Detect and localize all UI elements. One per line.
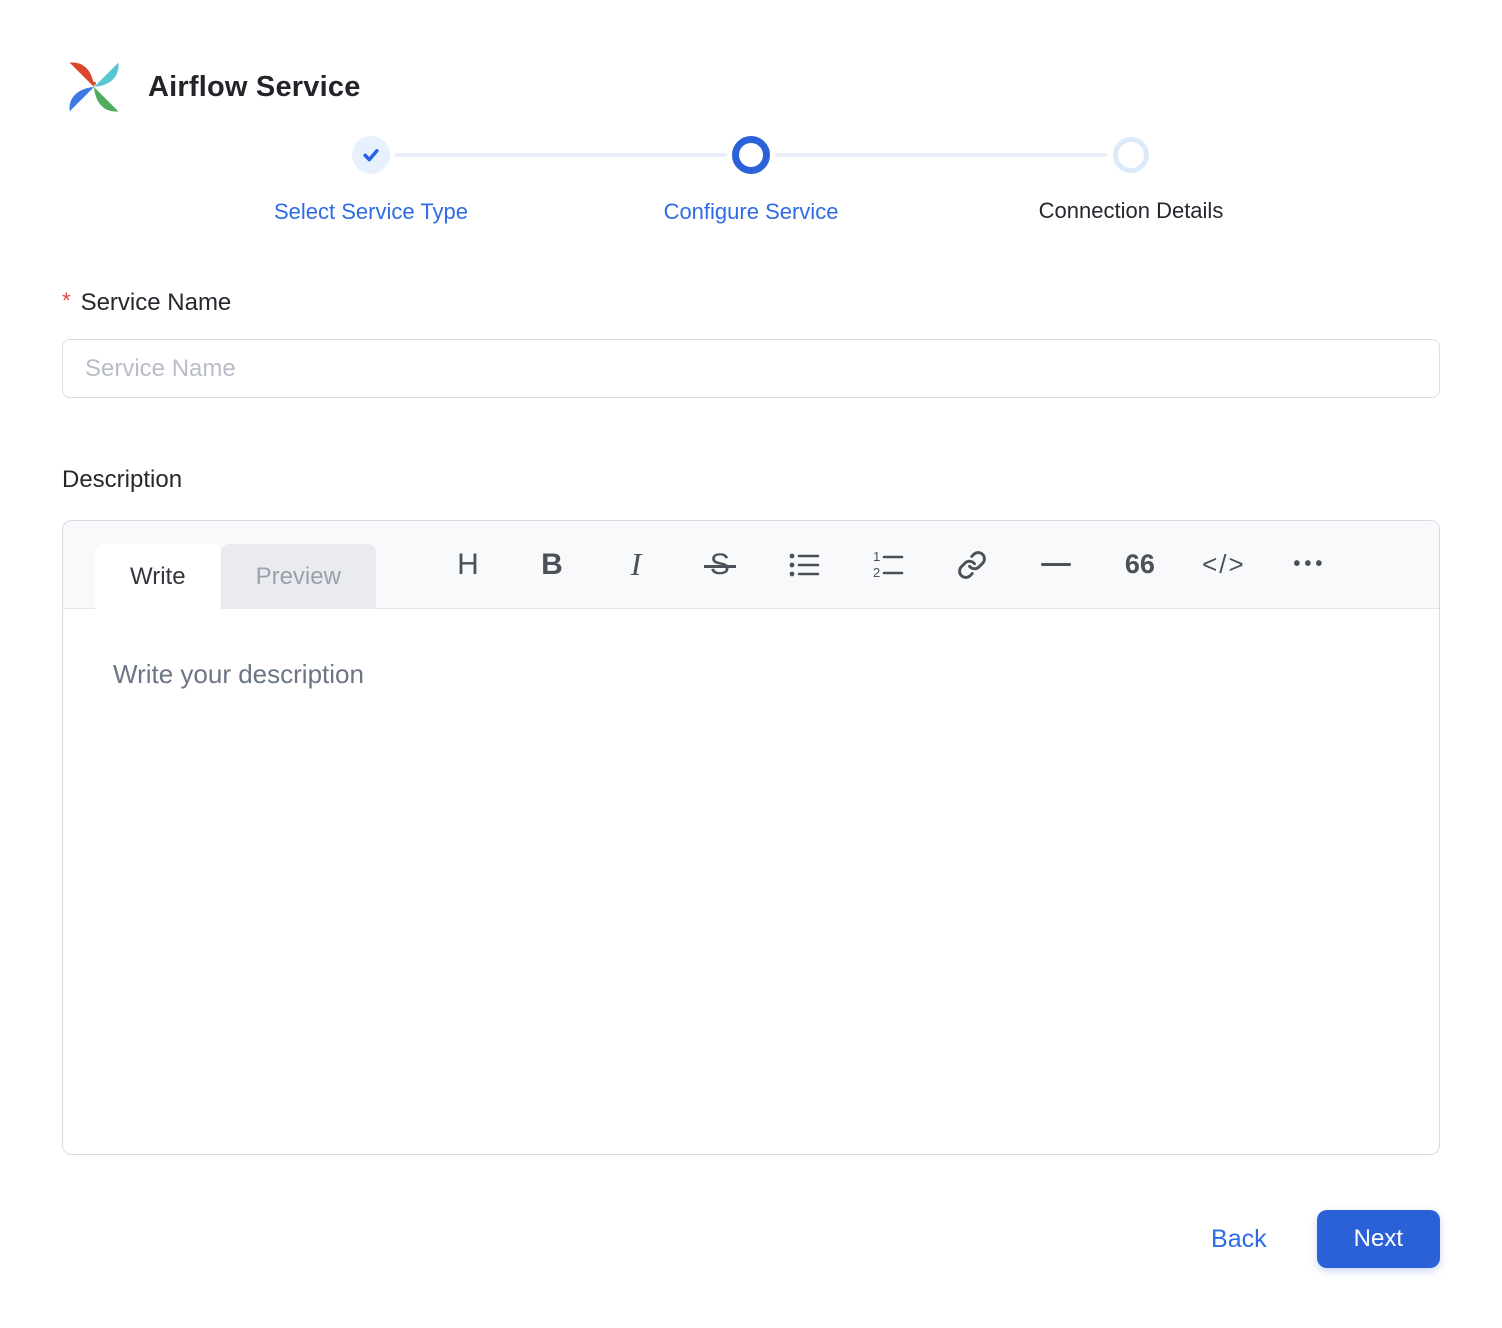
- horizontal-rule-icon: [1040, 563, 1071, 566]
- service-name-input[interactable]: [62, 339, 1440, 398]
- bold-button[interactable]: B: [510, 521, 594, 608]
- bold-icon: B: [541, 547, 563, 581]
- code-button[interactable]: </>: [1182, 521, 1266, 608]
- quote-button[interactable]: 66: [1098, 521, 1182, 608]
- wizard-footer: Back Next: [62, 1210, 1440, 1268]
- more-button[interactable]: •••: [1266, 521, 1350, 608]
- editor-tabs: Write Preview: [95, 544, 376, 609]
- italic-icon: I: [630, 546, 642, 582]
- strikethrough-icon: S: [703, 547, 736, 581]
- ordered-list-icon: 1 2: [873, 549, 904, 580]
- quote-icon: 66: [1124, 549, 1155, 579]
- check-icon: [363, 149, 379, 162]
- step-pending-dot: [1113, 137, 1149, 173]
- editor-header: Write Preview H B I S 1 2 66 </> •••: [63, 521, 1439, 609]
- tab-write[interactable]: Write: [95, 544, 221, 609]
- step-connection-details[interactable]: Connection Details: [941, 136, 1321, 225]
- step-active-dot: [732, 136, 770, 174]
- ordered-list-button[interactable]: 1 2: [846, 521, 930, 608]
- unordered-list-button[interactable]: [762, 521, 846, 608]
- service-name-label-text: Service Name: [80, 289, 232, 316]
- step-label: Connection Details: [1038, 198, 1224, 223]
- italic-button[interactable]: I: [594, 521, 678, 608]
- svg-text:2: 2: [873, 565, 880, 580]
- step-label: Configure Service: [663, 199, 839, 224]
- editor-toolbar: H B I S 1 2 66 </> •••: [426, 521, 1350, 608]
- horizontal-rule-button[interactable]: [1014, 521, 1098, 608]
- unordered-list-icon: [789, 553, 820, 576]
- service-name-label: * Service Name: [62, 288, 1440, 317]
- configure-service-page: Airflow Service Select Service Type Conf…: [0, 0, 1502, 1268]
- link-button[interactable]: [930, 521, 1014, 608]
- more-icon: •••: [1293, 553, 1327, 575]
- description-label: Description: [62, 466, 183, 493]
- svg-text:1: 1: [873, 549, 880, 564]
- page-title: Airflow Service: [148, 70, 361, 103]
- link-icon: [958, 550, 986, 579]
- strikethrough-button[interactable]: S: [678, 521, 762, 608]
- editor-body: [63, 609, 1439, 1154]
- heading-icon: H: [457, 547, 479, 581]
- step-completed-dot: [352, 136, 390, 174]
- page-header: Airflow Service: [62, 58, 1440, 116]
- airflow-pinwheel-icon: [69, 62, 119, 112]
- step-label: Select Service Type: [273, 199, 469, 224]
- back-button[interactable]: Back: [1211, 1225, 1267, 1254]
- heading-button[interactable]: H: [426, 521, 510, 608]
- step-configure-service[interactable]: Configure Service: [561, 136, 941, 225]
- description-input[interactable]: [63, 609, 1439, 1154]
- step-select-service-type[interactable]: Select Service Type: [181, 136, 561, 225]
- wizard-stepper: Select Service Type Configure Service Co…: [181, 136, 1321, 225]
- next-button[interactable]: Next: [1316, 1210, 1440, 1268]
- description-markdown-editor: Write Preview H B I S 1 2 66 </> ••• Wri…: [62, 520, 1440, 1155]
- required-marker: *: [62, 288, 71, 313]
- tab-preview[interactable]: Preview: [220, 544, 376, 609]
- code-icon: </>: [1202, 549, 1246, 579]
